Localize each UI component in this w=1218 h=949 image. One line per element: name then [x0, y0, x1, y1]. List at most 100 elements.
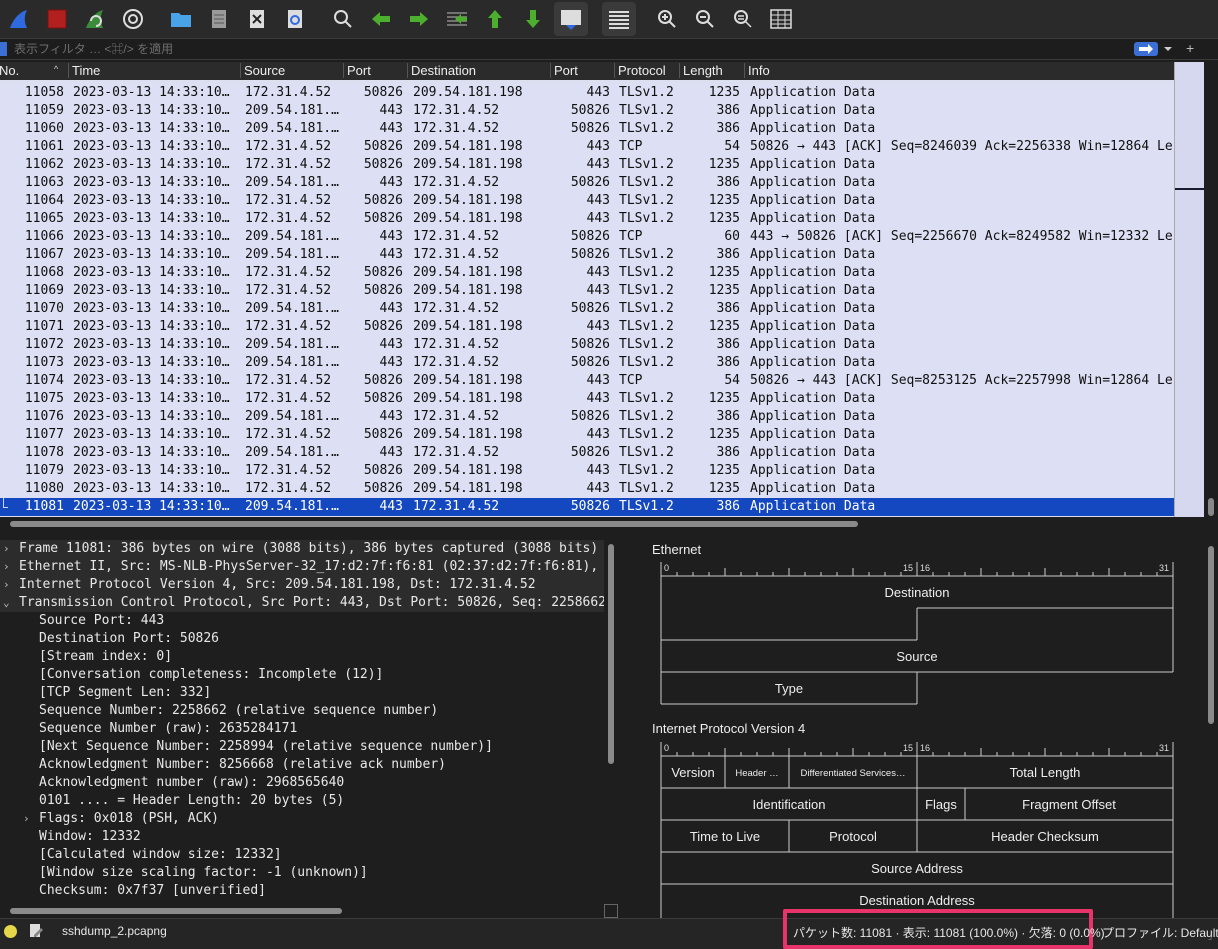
packet-row[interactable]: 11074 2023-03-13 14:33:10… 172.31.4.52 5082…: [0, 372, 1174, 390]
packet-row[interactable]: 11063 2023-03-13 14:33:10… 209.54.181.… 443…: [0, 174, 1174, 192]
capture-options-icon[interactable]: [116, 2, 150, 36]
ipv4-destination-address-field[interactable]: Destination Address: [859, 893, 975, 908]
ipv4-fragment-offset-field[interactable]: Fragment Offset: [1022, 797, 1116, 812]
go-forward-icon[interactable]: [402, 2, 436, 36]
find-packet-icon[interactable]: [326, 2, 360, 36]
details-tree-field[interactable]: [Next Sequence Number: 2258994 (relative…: [0, 738, 604, 756]
ipv4-source-address-field[interactable]: Source Address: [871, 861, 963, 876]
resize-columns-icon[interactable]: [764, 2, 798, 36]
details-tree-field[interactable]: Sequence Number: 2258662 (relative seque…: [0, 702, 604, 720]
packet-row[interactable]: 11059 2023-03-13 14:33:10… 209.54.181.… 443…: [0, 102, 1174, 120]
ipv4-identification-field[interactable]: Identification: [753, 797, 826, 812]
packet-row[interactable]: 11066 2023-03-13 14:33:10… 209.54.181.… 443…: [0, 228, 1174, 246]
details-tree-field[interactable]: [Stream index: 0]: [0, 648, 604, 666]
expanded-arrow-icon[interactable]: ⌄: [3, 594, 10, 612]
add-filter-button[interactable]: +: [1186, 40, 1194, 56]
details-tree-field[interactable]: Acknowledgment Number: 8256668 (relative…: [0, 756, 604, 774]
details-tree-field[interactable]: Source Port: 443: [0, 612, 604, 630]
restart-capture-icon[interactable]: [78, 2, 112, 36]
details-tree-field[interactable]: 0101 .... = Header Length: 20 bytes (5): [0, 792, 604, 810]
apply-filter-arrow-icon[interactable]: [1134, 42, 1158, 56]
packet-row[interactable]: 11068 2023-03-13 14:33:10… 172.31.4.52 5082…: [0, 264, 1174, 282]
pane-splitter[interactable]: [0, 530, 1218, 540]
ipv4-header-checksum-field[interactable]: Header Checksum: [991, 829, 1099, 844]
packet-row[interactable]: 11078 2023-03-13 14:33:10… 209.54.181.… 443…: [0, 444, 1174, 462]
packet-row[interactable]: 11067 2023-03-13 14:33:10… 209.54.181.… 443…: [0, 246, 1174, 264]
diagram-scrollbar[interactable]: [1204, 540, 1218, 918]
zoom-out-icon[interactable]: [688, 2, 722, 36]
collapsed-arrow-icon[interactable]: ›: [3, 576, 10, 594]
ipv4-protocol-field[interactable]: Protocol: [829, 829, 877, 844]
packet-row[interactable]: 11071 2023-03-13 14:33:10… 172.31.4.52 5082…: [0, 318, 1174, 336]
packet-row[interactable]: 11077 2023-03-13 14:33:10… 172.31.4.52 5082…: [0, 426, 1174, 444]
ipv4-flags-field[interactable]: Flags: [925, 797, 957, 812]
details-scrollbar[interactable]: [604, 540, 618, 904]
packet-row[interactable]: 11060 2023-03-13 14:33:10… 209.54.181.… 443…: [0, 120, 1174, 138]
packet-row[interactable]: 11064 2023-03-13 14:33:10… 172.31.4.52 5082…: [0, 192, 1174, 210]
packet-row[interactable]: 11073 2023-03-13 14:33:10… 209.54.181.… 443…: [0, 354, 1174, 372]
packet-minimap[interactable]: [1174, 62, 1205, 517]
column-header-info[interactable]: Info: [744, 63, 770, 78]
status-profile[interactable]: プロファイル: Default: [1102, 924, 1218, 941]
details-tree-field[interactable]: Checksum: 0x7f37 [unverified]: [0, 882, 604, 900]
details-tree-field[interactable]: Window: 12332: [0, 828, 604, 846]
reload-icon[interactable]: [278, 2, 312, 36]
details-tree-node[interactable]: › Ethernet II, Src: MS-NLB-PhysServer-32_…: [0, 558, 604, 576]
details-tree-field[interactable]: [Calculated window size: 12332]: [0, 846, 604, 864]
display-filter-input[interactable]: [14, 40, 1124, 58]
ipv4-version-field[interactable]: Version: [671, 765, 714, 780]
packet-list-hscrollbar[interactable]: [0, 517, 1174, 530]
packet-row-selected[interactable]: 11081 2023-03-13 14:33:10… 209.54.181.… 443…: [0, 498, 1174, 516]
packet-row[interactable]: 11080 2023-03-13 14:33:10… 172.31.4.52 5082…: [0, 480, 1174, 498]
details-tree-node[interactable]: › Internet Protocol Version 4, Src: 209.5…: [0, 576, 604, 594]
details-tree-field[interactable]: [Conversation completeness: Incomplete (…: [0, 666, 604, 684]
column-header-protocol[interactable]: Protocol: [614, 63, 666, 78]
details-tree-node[interactable]: › Frame 11081: 386 bytes on wire (3088 bi…: [0, 540, 604, 558]
column-header-source[interactable]: Source: [240, 63, 285, 78]
packet-row[interactable]: 11079 2023-03-13 14:33:10… 172.31.4.52 5082…: [0, 462, 1174, 480]
packet-row[interactable]: 11072 2023-03-13 14:33:10… 209.54.181.… 443…: [0, 336, 1174, 354]
zoom-in-icon[interactable]: [650, 2, 684, 36]
stop-capture-icon[interactable]: [40, 2, 74, 36]
packet-row[interactable]: 11065 2023-03-13 14:33:10… 172.31.4.52 5082…: [0, 210, 1174, 228]
column-header-source-port[interactable]: Port: [343, 63, 371, 78]
open-folder-icon[interactable]: [164, 2, 198, 36]
ethernet-destination-field[interactable]: Destination: [884, 585, 949, 600]
ethernet-type-field[interactable]: Type: [775, 681, 803, 696]
colorize-icon[interactable]: [602, 2, 636, 36]
collapsed-arrow-icon[interactable]: ›: [23, 810, 30, 828]
packet-row[interactable]: 11069 2023-03-13 14:33:10… 172.31.4.52 5082…: [0, 282, 1174, 300]
details-tree-field[interactable]: [TCP Segment Len: 332]: [0, 684, 604, 702]
file-document-icon[interactable]: [202, 2, 236, 36]
details-tree-field[interactable]: [Window size scaling factor: -1 (unknown…: [0, 864, 604, 882]
details-tree-field[interactable]: Acknowledgment number (raw): 2968565640: [0, 774, 604, 792]
ipv4-total-length-field[interactable]: Total Length: [1010, 765, 1081, 780]
expert-info-icon[interactable]: [4, 925, 17, 938]
column-header-time[interactable]: Time: [68, 63, 100, 78]
column-header-destination-port[interactable]: Port: [550, 63, 578, 78]
ethernet-source-field[interactable]: Source: [896, 649, 937, 664]
go-to-packet-icon[interactable]: [440, 2, 474, 36]
go-last-icon[interactable]: [516, 2, 550, 36]
collapsed-arrow-icon[interactable]: ›: [3, 558, 10, 576]
packet-row[interactable]: 11062 2023-03-13 14:33:10… 172.31.4.52 5082…: [0, 156, 1174, 174]
chevron-down-icon[interactable]: [1161, 42, 1175, 56]
details-tree-field[interactable]: › Flags: 0x018 (PSH, ACK): [0, 810, 604, 828]
packet-list-scrollbar[interactable]: [1204, 62, 1218, 517]
details-tree-field[interactable]: Destination Port: 50826: [0, 630, 604, 648]
ipv4-ttl-field[interactable]: Time to Live: [690, 829, 760, 844]
ipv4-header-length-field[interactable]: Header …: [735, 768, 778, 779]
zoom-normal-icon[interactable]: [726, 2, 760, 36]
capture-comment-icon[interactable]: [28, 923, 44, 939]
column-header-no[interactable]: No.: [0, 63, 19, 78]
details-tree-node[interactable]: ⌄ Transmission Control Protocol, Src Port…: [0, 594, 604, 612]
auto-scroll-icon[interactable]: [554, 2, 588, 36]
column-header-destination[interactable]: Destination: [407, 63, 476, 78]
packet-row[interactable]: 11070 2023-03-13 14:33:10… 209.54.181.… 443…: [0, 300, 1174, 318]
details-tree-field[interactable]: Sequence Number (raw): 2635284171: [0, 720, 604, 738]
shark-fin-icon[interactable]: [2, 2, 36, 36]
details-hscrollbar[interactable]: [0, 904, 604, 918]
column-header-length[interactable]: Length: [679, 63, 723, 78]
details-diagram-splitter[interactable]: [618, 540, 628, 918]
packet-row[interactable]: 11076 2023-03-13 14:33:10… 209.54.181.… 443…: [0, 408, 1174, 426]
